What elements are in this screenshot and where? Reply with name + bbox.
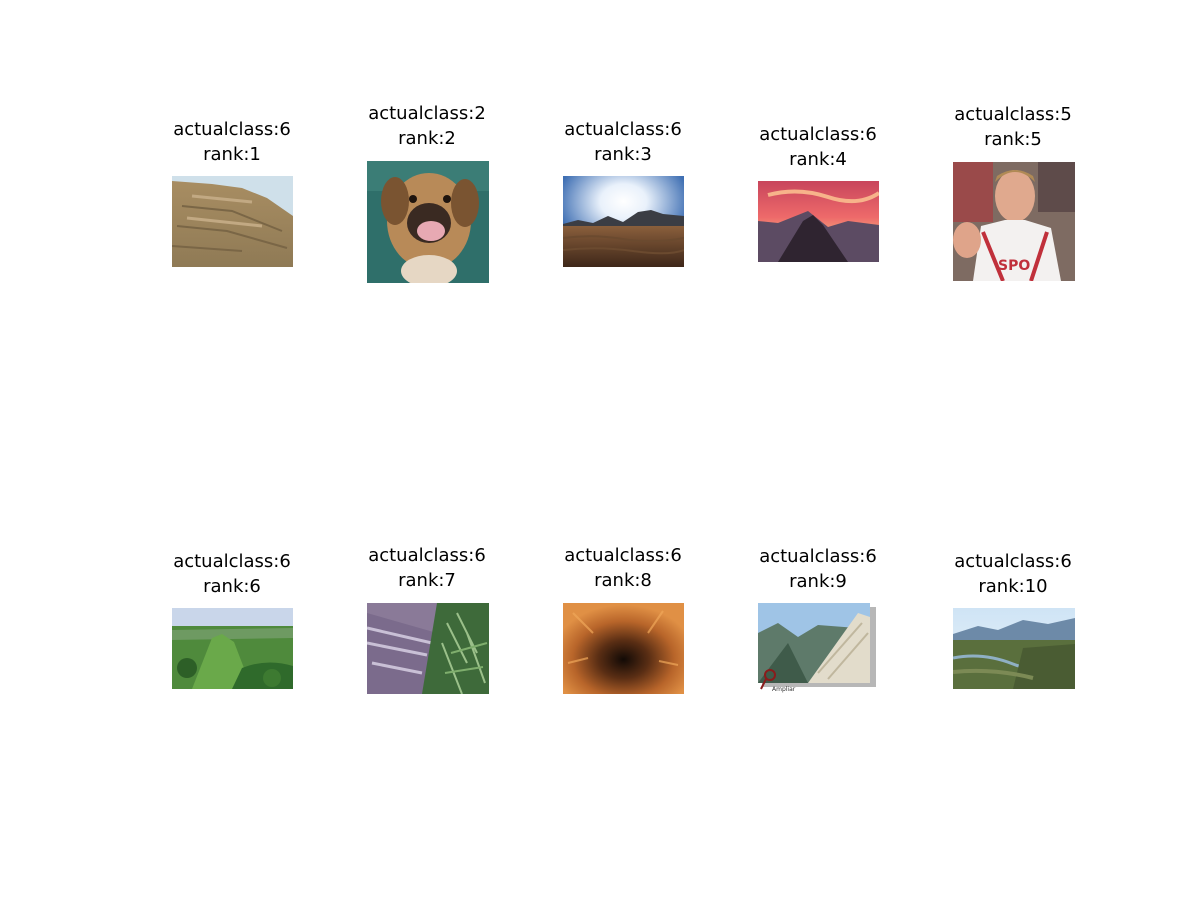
rank-label: rank:9 (789, 571, 847, 592)
result-title-1: actualclass:6 rank:1 (173, 117, 291, 167)
rank-label: rank:2 (398, 128, 456, 149)
result-image-3 (563, 176, 684, 267)
rank-label: rank:4 (789, 149, 847, 170)
result-image-5: SPO (953, 162, 1075, 281)
result-title-7: actualclass:6 rank:7 (368, 543, 486, 593)
result-image-2 (367, 161, 489, 283)
rank-label: rank:7 (398, 570, 456, 591)
result-image-4 (758, 181, 879, 262)
result-title-3: actualclass:6 rank:3 (564, 117, 682, 167)
result-image-1 (172, 176, 293, 267)
actualclass-label: actualclass:6 (368, 545, 486, 566)
result-image-9: Ampliar (758, 603, 879, 694)
actualclass-label: actualclass:6 (173, 119, 291, 140)
result-title-9: actualclass:6 rank:9 (759, 544, 877, 594)
svg-text:Ampliar: Ampliar (772, 686, 796, 693)
result-image-8 (563, 603, 684, 694)
rank-label: rank:8 (594, 570, 652, 591)
rank-label: rank:10 (978, 576, 1048, 597)
actualclass-label: actualclass:6 (173, 551, 291, 572)
result-title-10: actualclass:6 rank:10 (954, 549, 1072, 599)
actualclass-label: actualclass:6 (759, 124, 877, 145)
rank-label: rank:6 (203, 576, 261, 597)
result-image-10 (953, 608, 1075, 689)
result-title-4: actualclass:6 rank:4 (759, 122, 877, 172)
actualclass-label: actualclass:6 (564, 545, 682, 566)
result-image-7 (367, 603, 489, 694)
result-title-2: actualclass:2 rank:2 (368, 101, 486, 151)
actualclass-label: actualclass:6 (759, 546, 877, 567)
result-title-5: actualclass:5 rank:5 (954, 102, 1072, 152)
actualclass-label: actualclass:2 (368, 103, 486, 124)
rank-label: rank:5 (984, 129, 1042, 150)
actualclass-label: actualclass:6 (564, 119, 682, 140)
result-title-6: actualclass:6 rank:6 (173, 549, 291, 599)
result-image-6 (172, 608, 293, 689)
rank-label: rank:3 (594, 144, 652, 165)
actualclass-label: actualclass:5 (954, 104, 1072, 125)
actualclass-label: actualclass:6 (954, 551, 1072, 572)
svg-text:SPO: SPO (998, 258, 1030, 274)
result-title-8: actualclass:6 rank:8 (564, 543, 682, 593)
rank-label: rank:1 (203, 144, 261, 165)
